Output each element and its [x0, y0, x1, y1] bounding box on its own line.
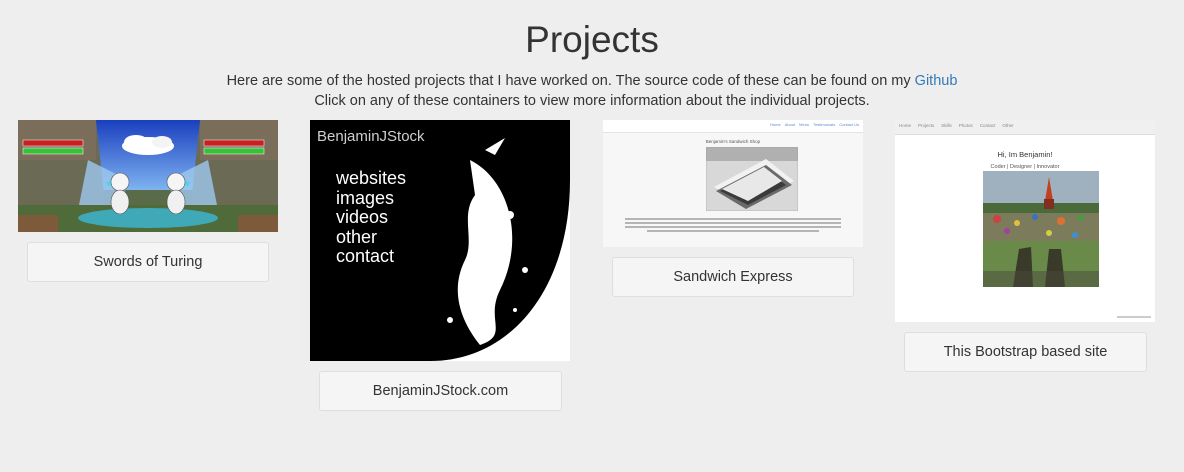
- sandwich-site-title: Benjamin's Sandwich Shop: [705, 139, 761, 144]
- intro-line-2: Click on any of these containers to view…: [314, 93, 870, 109]
- sandwich-nav-item: About: [784, 122, 796, 127]
- page-title: Projects: [525, 19, 659, 60]
- project-button-swords-of-turing[interactable]: Swords of Turing: [27, 242, 269, 282]
- sandwich-nav-item: Contact Us: [839, 122, 859, 127]
- splash-menu-item: videos: [336, 207, 389, 227]
- project-thumbnail-bootstrap-site[interactable]: Home Projects Skills Photos Contact Othe…: [895, 120, 1155, 322]
- bootstrap-nav-item: Skills: [941, 123, 952, 128]
- project-button-bootstrap-site[interactable]: This Bootstrap based site: [904, 332, 1147, 372]
- intro-text: Here are some of the hosted projects tha…: [0, 71, 1184, 111]
- bootstrap-heading: Hi, Im Benjamin!: [997, 150, 1053, 159]
- sandwich-nav-item: Menu: [799, 122, 810, 127]
- bootstrap-nav-item: Other: [1002, 123, 1014, 128]
- festival-photo: [983, 171, 1099, 287]
- project-button-benjaminjstock[interactable]: BenjaminJStock.com: [319, 371, 562, 411]
- bootstrap-navbar: Home Projects Skills Photos Contact Othe…: [895, 120, 1155, 135]
- github-link[interactable]: Github: [915, 73, 958, 89]
- intro-line-1: Here are some of the hosted projects tha…: [226, 73, 911, 89]
- project-button-sandwich-express[interactable]: Sandwich Express: [612, 257, 854, 297]
- sandwich-photo: [706, 147, 798, 211]
- bootstrap-subheading: Coder | Designer | Innovator: [990, 164, 1060, 170]
- splash-menu-item: images: [336, 187, 395, 208]
- sandwich-nav-item: Testimonials: [813, 122, 836, 127]
- bootstrap-nav-item: Photos: [958, 123, 973, 128]
- splash-menu: websites images videos other contact: [336, 168, 407, 267]
- bootstrap-nav-item: Home: [899, 123, 912, 128]
- bootstrap-footer-line: [1117, 316, 1151, 318]
- sandwich-body-lines: [625, 218, 841, 234]
- project-thumbnail-swords-of-turing[interactable]: [18, 120, 278, 232]
- sandwich-navbar: Home About Menu Testimonials Contact Us: [603, 120, 863, 133]
- splash-menu-item: websites: [336, 168, 407, 188]
- bootstrap-nav-item: Projects: [918, 123, 935, 128]
- sandwich-nav-item: Home: [770, 122, 781, 127]
- splash-menu-item: other: [336, 226, 378, 247]
- game-scene-image: [18, 120, 278, 232]
- bootstrap-nav-item: Contact: [979, 123, 996, 128]
- project-thumbnail-sandwich-express[interactable]: Home About Menu Testimonials Contact Us …: [603, 120, 863, 247]
- splash-brand: BenjaminJStock: [317, 128, 425, 145]
- splash-menu-item: contact: [336, 246, 395, 266]
- project-thumbnail-benjaminjstock[interactable]: BenjaminJStock websites images videos ot…: [310, 120, 570, 361]
